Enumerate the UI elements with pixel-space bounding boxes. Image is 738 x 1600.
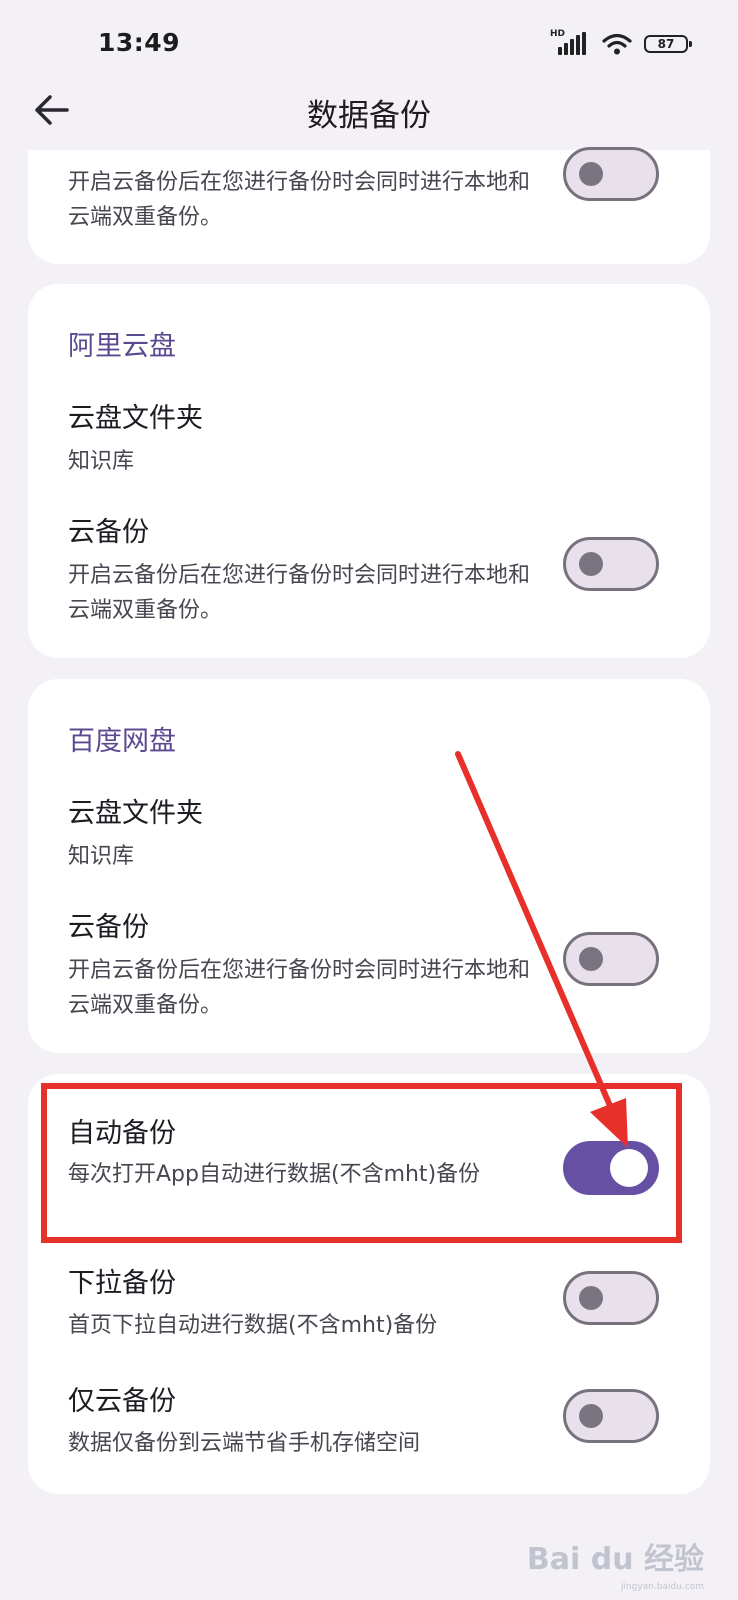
aliyun-backup-title: 云备份 [68, 517, 149, 548]
section-header-baidu: 百度网盘 [68, 726, 176, 757]
battery-level: 87 [657, 37, 675, 51]
baidu-backup-title: 云备份 [68, 912, 149, 943]
aliyun-backup-toggle[interactable] [563, 537, 659, 591]
signal-icon: HD [550, 29, 588, 56]
battery-icon: 87 [644, 35, 692, 53]
baidu-folder-value: 知识库 [68, 844, 135, 869]
cloud-backup-toggle[interactable] [563, 147, 659, 201]
card-cloud-backup-top: 开启云备份后在您进行备份时会同时进行本地和云端双重备份。 [28, 147, 710, 264]
wifi-icon [602, 33, 632, 55]
cloud-only-backup-title: 仅云备份 [68, 1386, 176, 1417]
status-bar: 13:49 HD 87 [0, 0, 738, 80]
baidu-folder-title[interactable]: 云盘文件夹 [68, 791, 203, 830]
baidu-backup-description: 开启云备份后在您进行备份时会同时进行本地和云端双重备份。 [68, 958, 531, 1018]
app-bar: 数据备份 [0, 80, 738, 150]
watermark-url: jingyan.baidu.com [620, 1582, 704, 1592]
baidu-jingyan-watermark: Bai du 经验 jingyan.baidu.com [526, 1534, 704, 1592]
aliyun-backup-description: 开启云备份后在您进行备份时会同时进行本地和云端双重备份。 [68, 563, 531, 623]
auto-backup-description: 每次打开App自动进行数据(不含mht)备份 [68, 1162, 481, 1187]
cloud-only-backup-toggle[interactable] [563, 1389, 659, 1443]
page-title: 数据备份 [307, 98, 431, 134]
baidu-backup-toggle[interactable] [563, 932, 659, 986]
auto-backup-toggle[interactable] [563, 1141, 659, 1195]
status-icons: HD 87 [550, 29, 692, 56]
card-baidu: 百度网盘 云盘文件夹 知识库 云备份 开启云备份后在您进行备份时会同时进行本地和… [28, 679, 710, 1053]
cloud-backup-description: 开启云备份后在您进行备份时会同时进行本地和云端双重备份。 [68, 170, 531, 230]
pull-backup-description: 首页下拉自动进行数据(不含mht)备份 [68, 1313, 438, 1338]
cloud-only-backup-description: 数据仅备份到云端节省手机存储空间 [68, 1431, 421, 1456]
auto-backup-title: 自动备份 [68, 1118, 176, 1149]
aliyun-folder-title[interactable]: 云盘文件夹 [68, 396, 203, 435]
aliyun-folder-value: 知识库 [68, 449, 135, 474]
status-time: 13:49 [98, 28, 181, 57]
pull-backup-toggle[interactable] [563, 1271, 659, 1325]
section-header-aliyun: 阿里云盘 [68, 331, 176, 362]
watermark-text: Bai du 经验 [526, 1542, 704, 1577]
network-label: HD [550, 29, 566, 39]
card-aliyun: 阿里云盘 云盘文件夹 知识库 云备份 开启云备份后在您进行备份时会同时进行本地和… [28, 284, 710, 658]
pull-backup-title: 下拉备份 [68, 1268, 176, 1299]
card-backup-options: 自动备份 每次打开App自动进行数据(不含mht)备份 下拉备份 首页下拉自动进… [28, 1074, 710, 1494]
